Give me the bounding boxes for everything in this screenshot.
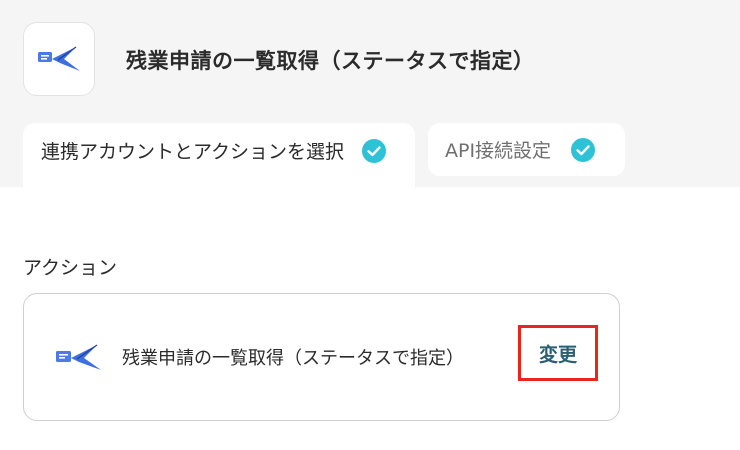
tab-label: 連携アカウントとアクションを選択 xyxy=(41,141,345,163)
tab-label: API接続設定 xyxy=(445,140,552,162)
check-circle-icon xyxy=(571,137,596,162)
tab-account-action[interactable]: 連携アカウントとアクションを選択 xyxy=(23,123,415,188)
change-action-button[interactable]: 変更 xyxy=(518,325,598,381)
swallow-logo-icon xyxy=(38,46,80,71)
action-title: 残業申請の一覧取得（ステータスで指定） xyxy=(122,348,464,369)
tab-api-settings[interactable]: API接続設定 xyxy=(428,123,625,176)
check-circle-icon xyxy=(362,138,387,163)
action-card: 残業申請の一覧取得（ステータスで指定） 変更 xyxy=(23,293,620,421)
app-icon-container xyxy=(23,22,95,96)
action-section-label: アクション xyxy=(23,257,118,279)
swallow-logo-icon xyxy=(56,344,101,370)
page-title: 残業申請の一覧取得（ステータスで指定） xyxy=(126,49,535,73)
